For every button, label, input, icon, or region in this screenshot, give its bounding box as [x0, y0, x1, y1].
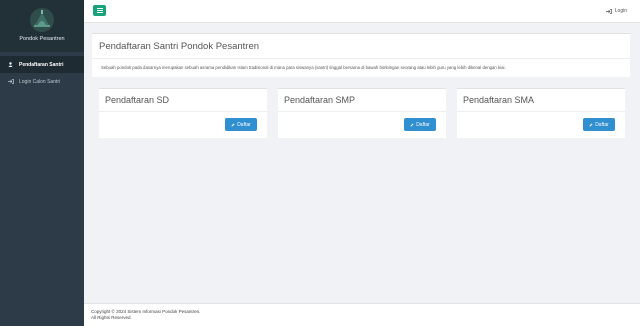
card-pendaftaran-sma: Pendaftaran SMA Daftar — [457, 88, 625, 138]
page-description: Sebuah pondok pada dasarnya merupakan se… — [101, 65, 506, 70]
card-title: Pendaftaran SMA — [463, 95, 535, 105]
nav-item-pendaftaran-santri[interactable]: Pendaftaran Santri — [0, 56, 84, 73]
daftar-smp-button[interactable]: Daftar — [404, 118, 436, 131]
login-link[interactable]: Login — [605, 8, 627, 14]
brand: Pondok Pesantren — [0, 0, 84, 52]
sidebar-toggle-button[interactable] — [93, 5, 106, 16]
brand-name: Pondok Pesantren — [19, 36, 65, 42]
card-title: Pendaftaran SMP — [284, 95, 356, 105]
button-label: Daftar — [595, 121, 609, 128]
divider — [278, 111, 446, 112]
button-label: Daftar — [237, 121, 251, 128]
card-pendaftaran-smp: Pendaftaran SMP Daftar — [278, 88, 446, 138]
intro-box: Pendaftaran Santri Pondok Pesantren Sebu… — [92, 33, 630, 77]
pencil-icon — [231, 123, 235, 127]
divider — [457, 111, 625, 112]
menu-icon — [96, 8, 103, 9]
sign-in-icon — [605, 8, 612, 14]
daftar-sd-button[interactable]: Daftar — [225, 118, 257, 131]
mosque-logo-icon — [30, 8, 54, 32]
sign-in-icon — [8, 79, 16, 84]
card-pendaftaran-sd: Pendaftaran SD Daftar — [99, 88, 267, 138]
nav-item-label: Pendaftaran Santri — [19, 61, 64, 68]
nav-item-login-calon-santri[interactable]: Login Calon Santri — [0, 73, 84, 90]
login-label: Login — [614, 8, 627, 14]
page-title: Pendaftaran Santri Pondok Pesantren — [99, 41, 260, 52]
card-title: Pendaftaran SD — [105, 95, 170, 105]
top-navbar: Login — [84, 0, 640, 23]
pencil-icon — [410, 123, 414, 127]
footer: Copyright © 2024 Sistem Informasi Pondok… — [84, 303, 640, 326]
divider — [99, 111, 267, 112]
divider — [92, 58, 630, 59]
pencil-icon — [589, 123, 593, 127]
daftar-sma-button[interactable]: Daftar — [583, 118, 615, 131]
sidebar: Pondok Pesantren Pendaftaran Santri Logi… — [0, 0, 84, 326]
footer-rights: All Rights Reserved. — [91, 315, 132, 320]
user-icon — [8, 62, 16, 67]
nav-item-label: Login Calon Santri — [19, 78, 61, 85]
button-label: Daftar — [416, 121, 430, 128]
